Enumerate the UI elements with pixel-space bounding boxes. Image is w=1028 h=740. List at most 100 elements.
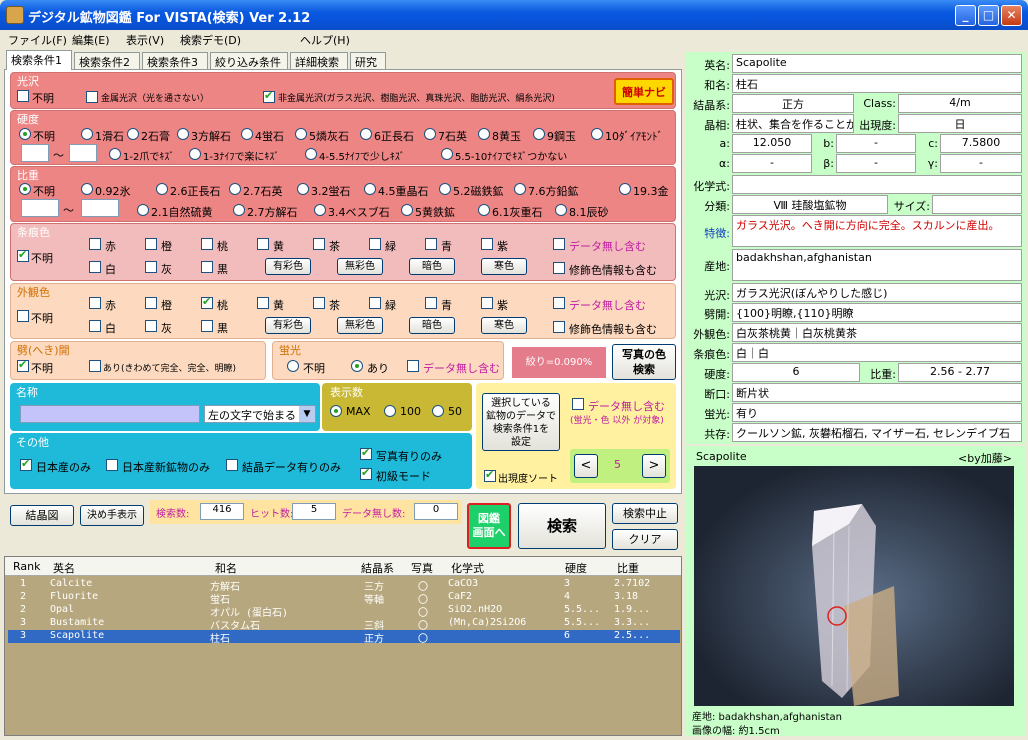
hardness-2-radio[interactable] (127, 128, 139, 140)
hardness-3-radio[interactable] (177, 128, 189, 140)
title-bar[interactable]: デジタル鉱物図鑑 For VISTA(検索) Ver 2.12 _ □ ✕ (0, 0, 1028, 30)
nodata2-checkbox[interactable] (572, 398, 584, 410)
gravity-opt-radio[interactable] (81, 183, 93, 195)
gravity-opt2-radio[interactable] (478, 204, 490, 216)
hardness-range2-radio[interactable] (189, 148, 201, 160)
appearance-nodata-checkbox[interactable] (553, 297, 565, 309)
beginner-mode-checkbox[interactable] (360, 466, 372, 480)
count-100-radio[interactable] (384, 405, 396, 417)
table-row[interactable]: 2 Opal オパル (蛋白石) 〇 SiO2.nH2O 5.5... 1.9... (8, 604, 680, 619)
next-page-button[interactable]: > (642, 454, 666, 478)
appearance-color-checkbox[interactable] (313, 297, 325, 309)
chromatic-button[interactable]: 有彩色 (265, 258, 311, 275)
fracture-value[interactable]: 断片状 (732, 383, 1022, 402)
hardness-range1-radio[interactable] (109, 148, 121, 160)
col-formula[interactable]: 化学式 (451, 560, 484, 576)
luster-unknown-checkbox[interactable] (17, 90, 29, 102)
cleavage-value[interactable]: {100}明瞭,{110}明瞭 (732, 303, 1022, 322)
prev-page-button[interactable]: < (574, 454, 598, 478)
size-value[interactable] (932, 195, 1022, 214)
hardness-1-radio[interactable] (81, 128, 93, 140)
habit-value[interactable]: 柱状、集合を作ることが多 (732, 114, 854, 133)
appearance-color-checkbox[interactable] (481, 297, 493, 309)
fluorescence-yes-radio[interactable] (351, 360, 363, 372)
fluorescence-unknown-radio[interactable] (287, 360, 299, 372)
table-row[interactable]: 1 Calcite 方解石 三方〇 CaCO3 3 2.7102 (8, 578, 680, 593)
hardness-max-input[interactable] (69, 144, 97, 162)
alpha-value[interactable]: - (732, 154, 812, 173)
tab-research[interactable]: 研究 (350, 52, 386, 69)
luster-value[interactable]: ガラス光沢(ぼんやりした感じ) (732, 283, 1022, 302)
menu-search-demo[interactable]: 検索デモ(D) (180, 32, 241, 48)
streak-color-checkbox[interactable] (257, 238, 269, 250)
col-ja-name[interactable]: 和名 (215, 560, 237, 576)
gravity-opt-radio[interactable] (156, 183, 168, 195)
easy-navi-button[interactable]: 簡単ナビ (614, 78, 674, 105)
feature-value[interactable]: ガラス光沢。へき開に方向に完全。スカルンに産出。 (732, 215, 1022, 247)
appearance-modifier-checkbox[interactable] (553, 321, 565, 333)
hardness-range3-radio[interactable] (305, 148, 317, 160)
set-condition-button[interactable]: 選択している 鉱物のデータで 検索条件1を 設定 (482, 393, 560, 451)
achromatic-button[interactable]: 無彩色 (337, 258, 383, 275)
hardness-10-radio[interactable] (591, 128, 603, 140)
hardness-7-radio[interactable] (424, 128, 436, 140)
formula-value[interactable] (732, 175, 1022, 194)
menu-help[interactable]: ヘルプ(H) (300, 32, 350, 48)
fluorescence-nodata-checkbox[interactable] (407, 360, 419, 372)
gravity-opt2-radio[interactable] (555, 204, 567, 216)
hardness-unknown-radio[interactable] (19, 128, 31, 140)
gravity-opt2-radio[interactable] (401, 204, 413, 216)
frequency-value[interactable]: 日 (898, 114, 1022, 133)
name-input[interactable] (20, 405, 200, 423)
en-name-value[interactable]: Scapolite (732, 54, 1022, 73)
menu-edit[interactable]: 編集(E) (72, 32, 110, 48)
tab-search3[interactable]: 検索条件3 (142, 52, 208, 69)
streak-color-checkbox[interactable] (201, 238, 213, 250)
streak-color-checkbox[interactable] (481, 238, 493, 250)
class-value[interactable]: 4/m (898, 94, 1022, 113)
count-50-radio[interactable] (432, 405, 444, 417)
appearance-color-checkbox[interactable] (89, 297, 101, 309)
col-hardness[interactable]: 硬度 (565, 560, 587, 576)
gravity-opt-radio[interactable] (229, 183, 241, 195)
appearance-color-checkbox[interactable] (201, 295, 213, 309)
minimize-button[interactable]: _ (955, 5, 976, 26)
streak-unknown-checkbox[interactable] (17, 248, 29, 262)
gravity-value[interactable]: 2.56 - 2.77 (898, 363, 1022, 382)
name-match-select[interactable]: 左の文字で始まる ▼ (204, 405, 316, 423)
gravity-min-input[interactable] (21, 199, 59, 217)
menu-view[interactable]: 表示(V) (126, 32, 164, 48)
cleavage-unknown-checkbox[interactable] (17, 358, 29, 372)
streak-value[interactable]: 白｜白 (732, 343, 1022, 362)
col-crystal[interactable]: 結晶系 (361, 560, 394, 576)
tab-detail[interactable]: 詳細検索 (290, 52, 348, 69)
hardness-9-radio[interactable] (533, 128, 545, 140)
hardness-5-radio[interactable] (295, 128, 307, 140)
appearance-value[interactable]: 白灰茶桃黄｜白灰桃黄茶 (732, 323, 1022, 342)
zukan-screen-button[interactable]: 図鑑 画面へ (467, 503, 511, 549)
c-value[interactable]: 7.5800 (940, 134, 1022, 153)
coexisting-value[interactable]: クールソン鉱, 灰礬柘榴石, マイザー石, セレンデイブ石 (732, 423, 1022, 442)
gravity-opt-radio[interactable] (619, 183, 631, 195)
a-value[interactable]: 12.050 (732, 134, 812, 153)
streak-color-checkbox[interactable] (313, 238, 325, 250)
streak-color-checkbox[interactable] (201, 261, 213, 273)
fluorescence-value[interactable]: 有り (732, 403, 1022, 422)
photo-only-checkbox[interactable] (360, 446, 372, 460)
mineral-photo[interactable] (694, 466, 1014, 706)
col-en-name[interactable]: 英名 (53, 560, 75, 576)
achromatic-button[interactable]: 無彩色 (337, 317, 383, 334)
streak-color-checkbox[interactable] (425, 238, 437, 250)
gravity-opt2-radio[interactable] (314, 204, 326, 216)
hardness-min-input[interactable] (21, 144, 49, 162)
hardness-8-radio[interactable] (478, 128, 490, 140)
appearance-color-checkbox[interactable] (257, 297, 269, 309)
b-value[interactable]: - (836, 134, 916, 153)
table-row-selected[interactable]: 3 Scapolite 柱石 正方〇 6 2.5... (8, 630, 680, 645)
gravity-opt2-radio[interactable] (233, 204, 245, 216)
appearance-color-checkbox[interactable] (89, 320, 101, 332)
streak-color-checkbox[interactable] (89, 238, 101, 250)
dark-color-button[interactable]: 暗色 (409, 258, 455, 275)
japan-new-checkbox[interactable] (106, 459, 118, 471)
maximize-button[interactable]: □ (978, 5, 999, 26)
